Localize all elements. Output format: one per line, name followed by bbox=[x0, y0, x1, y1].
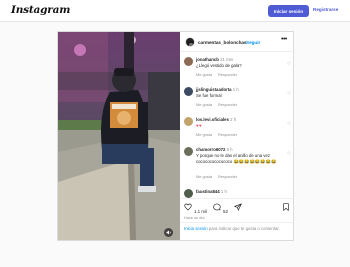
comment-list[interactable]: jonathancb 21 min ¿Llegó vestido de gala… bbox=[180, 53, 293, 219]
action-bar: 1.1 mil 52 Hace un día Inicia sesión par… bbox=[180, 198, 293, 240]
comment-time: 1 h bbox=[232, 87, 239, 92]
author-avatar[interactable] bbox=[185, 37, 195, 47]
more-options-icon[interactable]: ••• bbox=[281, 36, 287, 43]
like-comment-link[interactable]: Me gusta bbox=[196, 174, 212, 179]
comment-username[interactable]: jonathancb 21 min bbox=[196, 57, 233, 62]
share-icon[interactable] bbox=[234, 203, 242, 211]
comment-text: ♥♥ bbox=[196, 123, 202, 128]
comment-time: 1 h bbox=[220, 189, 227, 194]
comments-count: 52 bbox=[223, 208, 228, 214]
comment-username[interactable]: chamorro6072 5 h bbox=[196, 147, 233, 152]
commenter-avatar[interactable] bbox=[184, 57, 193, 66]
heart-icon[interactable]: ♡ bbox=[287, 91, 291, 97]
post-sidebar: carmentas_bolonchas • Seguir ••• jonatha… bbox=[180, 32, 293, 240]
mute-icon[interactable] bbox=[164, 228, 173, 237]
like-comment-link[interactable]: Me gusta bbox=[196, 132, 212, 137]
login-button[interactable]: Iniciar sesión bbox=[268, 5, 309, 17]
heart-icon[interactable]: ♡ bbox=[287, 121, 291, 127]
like-comment-link[interactable]: Me gusta bbox=[196, 102, 212, 107]
reply-link[interactable]: Responder bbox=[218, 132, 237, 137]
login-link[interactable]: Inicia sesión bbox=[184, 226, 208, 231]
post-date: Hace un día bbox=[184, 216, 205, 220]
signup-link[interactable]: Registrarse bbox=[313, 7, 338, 12]
author-username[interactable]: carmentas_bolonchas bbox=[198, 40, 247, 45]
comment-username[interactable]: faustina844 1 h bbox=[196, 189, 227, 194]
comment-text: ¿Llegó vestido de gala? bbox=[196, 63, 242, 68]
comment-text: Se fue formal bbox=[196, 93, 222, 98]
likes-count[interactable]: 1.1 mil bbox=[194, 209, 207, 214]
comment-username[interactable]: los.levi.oficiales 2 h bbox=[196, 117, 236, 122]
top-bar: Instagram Iniciar sesión Registrarse bbox=[0, 0, 350, 22]
login-prompt-text: para indicar que te gusta o comentar. bbox=[207, 226, 280, 231]
comment-icon[interactable] bbox=[213, 203, 221, 211]
commenter-avatar[interactable] bbox=[184, 189, 193, 198]
comment-actions: Me gusta Responder bbox=[196, 102, 237, 107]
like-comment-link[interactable]: Me gusta bbox=[196, 72, 212, 77]
comment-time: 21 min bbox=[220, 57, 234, 62]
commenter-avatar[interactable] bbox=[184, 87, 193, 96]
post-card: carmentas_bolonchas • Seguir ••• jonatha… bbox=[57, 31, 294, 241]
video-frame-image bbox=[58, 32, 180, 240]
divider bbox=[180, 222, 293, 223]
follow-button[interactable]: Seguir bbox=[246, 40, 260, 45]
like-heart-icon[interactable] bbox=[184, 203, 192, 211]
post-header: carmentas_bolonchas • Seguir ••• bbox=[180, 32, 293, 52]
commenter-avatar[interactable] bbox=[184, 117, 193, 126]
post-video[interactable] bbox=[58, 32, 180, 240]
comment-time: 2 h bbox=[230, 117, 237, 122]
instagram-logo[interactable]: Instagram bbox=[11, 4, 70, 16]
comment-text: Y porque no le das el anillo de una vez … bbox=[196, 153, 277, 164]
heart-icon[interactable]: ♡ bbox=[287, 151, 291, 157]
header-separator: • bbox=[243, 39, 245, 45]
reply-link[interactable]: Responder bbox=[218, 174, 237, 179]
action-icons: 1.1 mil 52 bbox=[184, 203, 290, 214]
heart-icon[interactable]: ♡ bbox=[287, 61, 291, 67]
comment-username[interactable]: jjslinguistaadorta 1 h bbox=[196, 87, 239, 92]
reply-link[interactable]: Responder bbox=[218, 102, 237, 107]
comment-actions: Me gusta Responder bbox=[196, 72, 237, 77]
comment-actions: Me gusta Responder bbox=[196, 132, 237, 137]
commenter-avatar[interactable] bbox=[184, 147, 193, 156]
bookmark-icon[interactable] bbox=[282, 203, 290, 211]
reply-link[interactable]: Responder bbox=[218, 72, 237, 77]
login-prompt: Inicia sesión para indicar que te gusta … bbox=[184, 226, 284, 231]
comment-actions: Me gusta Responder bbox=[196, 174, 237, 179]
comment-time: 5 h bbox=[226, 147, 233, 152]
